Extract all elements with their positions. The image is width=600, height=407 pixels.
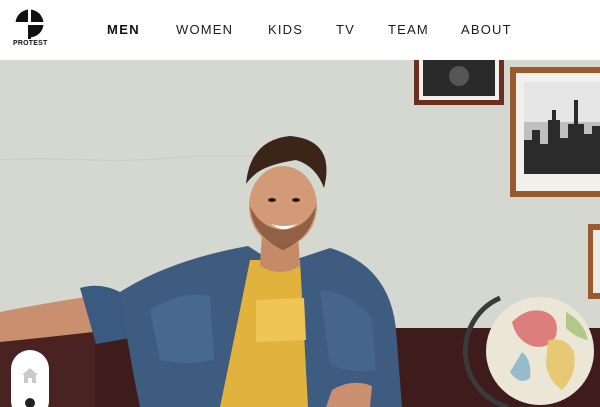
nav-item-team[interactable]: TEAM <box>388 22 429 40</box>
dot-indicator-icon[interactable] <box>25 398 35 407</box>
home-icon[interactable] <box>21 367 39 384</box>
nav-item-men[interactable]: MEN <box>107 22 140 40</box>
nav-item-tv[interactable]: TV <box>336 22 355 40</box>
nav-item-kids[interactable]: KIDS <box>268 22 303 40</box>
top-navbar: PROTEST MEN WOMEN KIDS TV TEAM ABOUT <box>0 0 600 60</box>
hero-photo <box>0 60 600 407</box>
wall-frame-top <box>414 60 504 105</box>
main-navigation: MEN WOMEN KIDS TV TEAM ABOUT <box>0 0 600 60</box>
hero-banner <box>0 60 600 407</box>
nav-item-women[interactable]: WOMEN <box>176 22 233 40</box>
side-nav-widget <box>11 350 49 407</box>
wall-frame-right <box>588 224 600 299</box>
nav-item-about[interactable]: ABOUT <box>461 22 512 40</box>
wall-frame-city <box>510 67 600 197</box>
